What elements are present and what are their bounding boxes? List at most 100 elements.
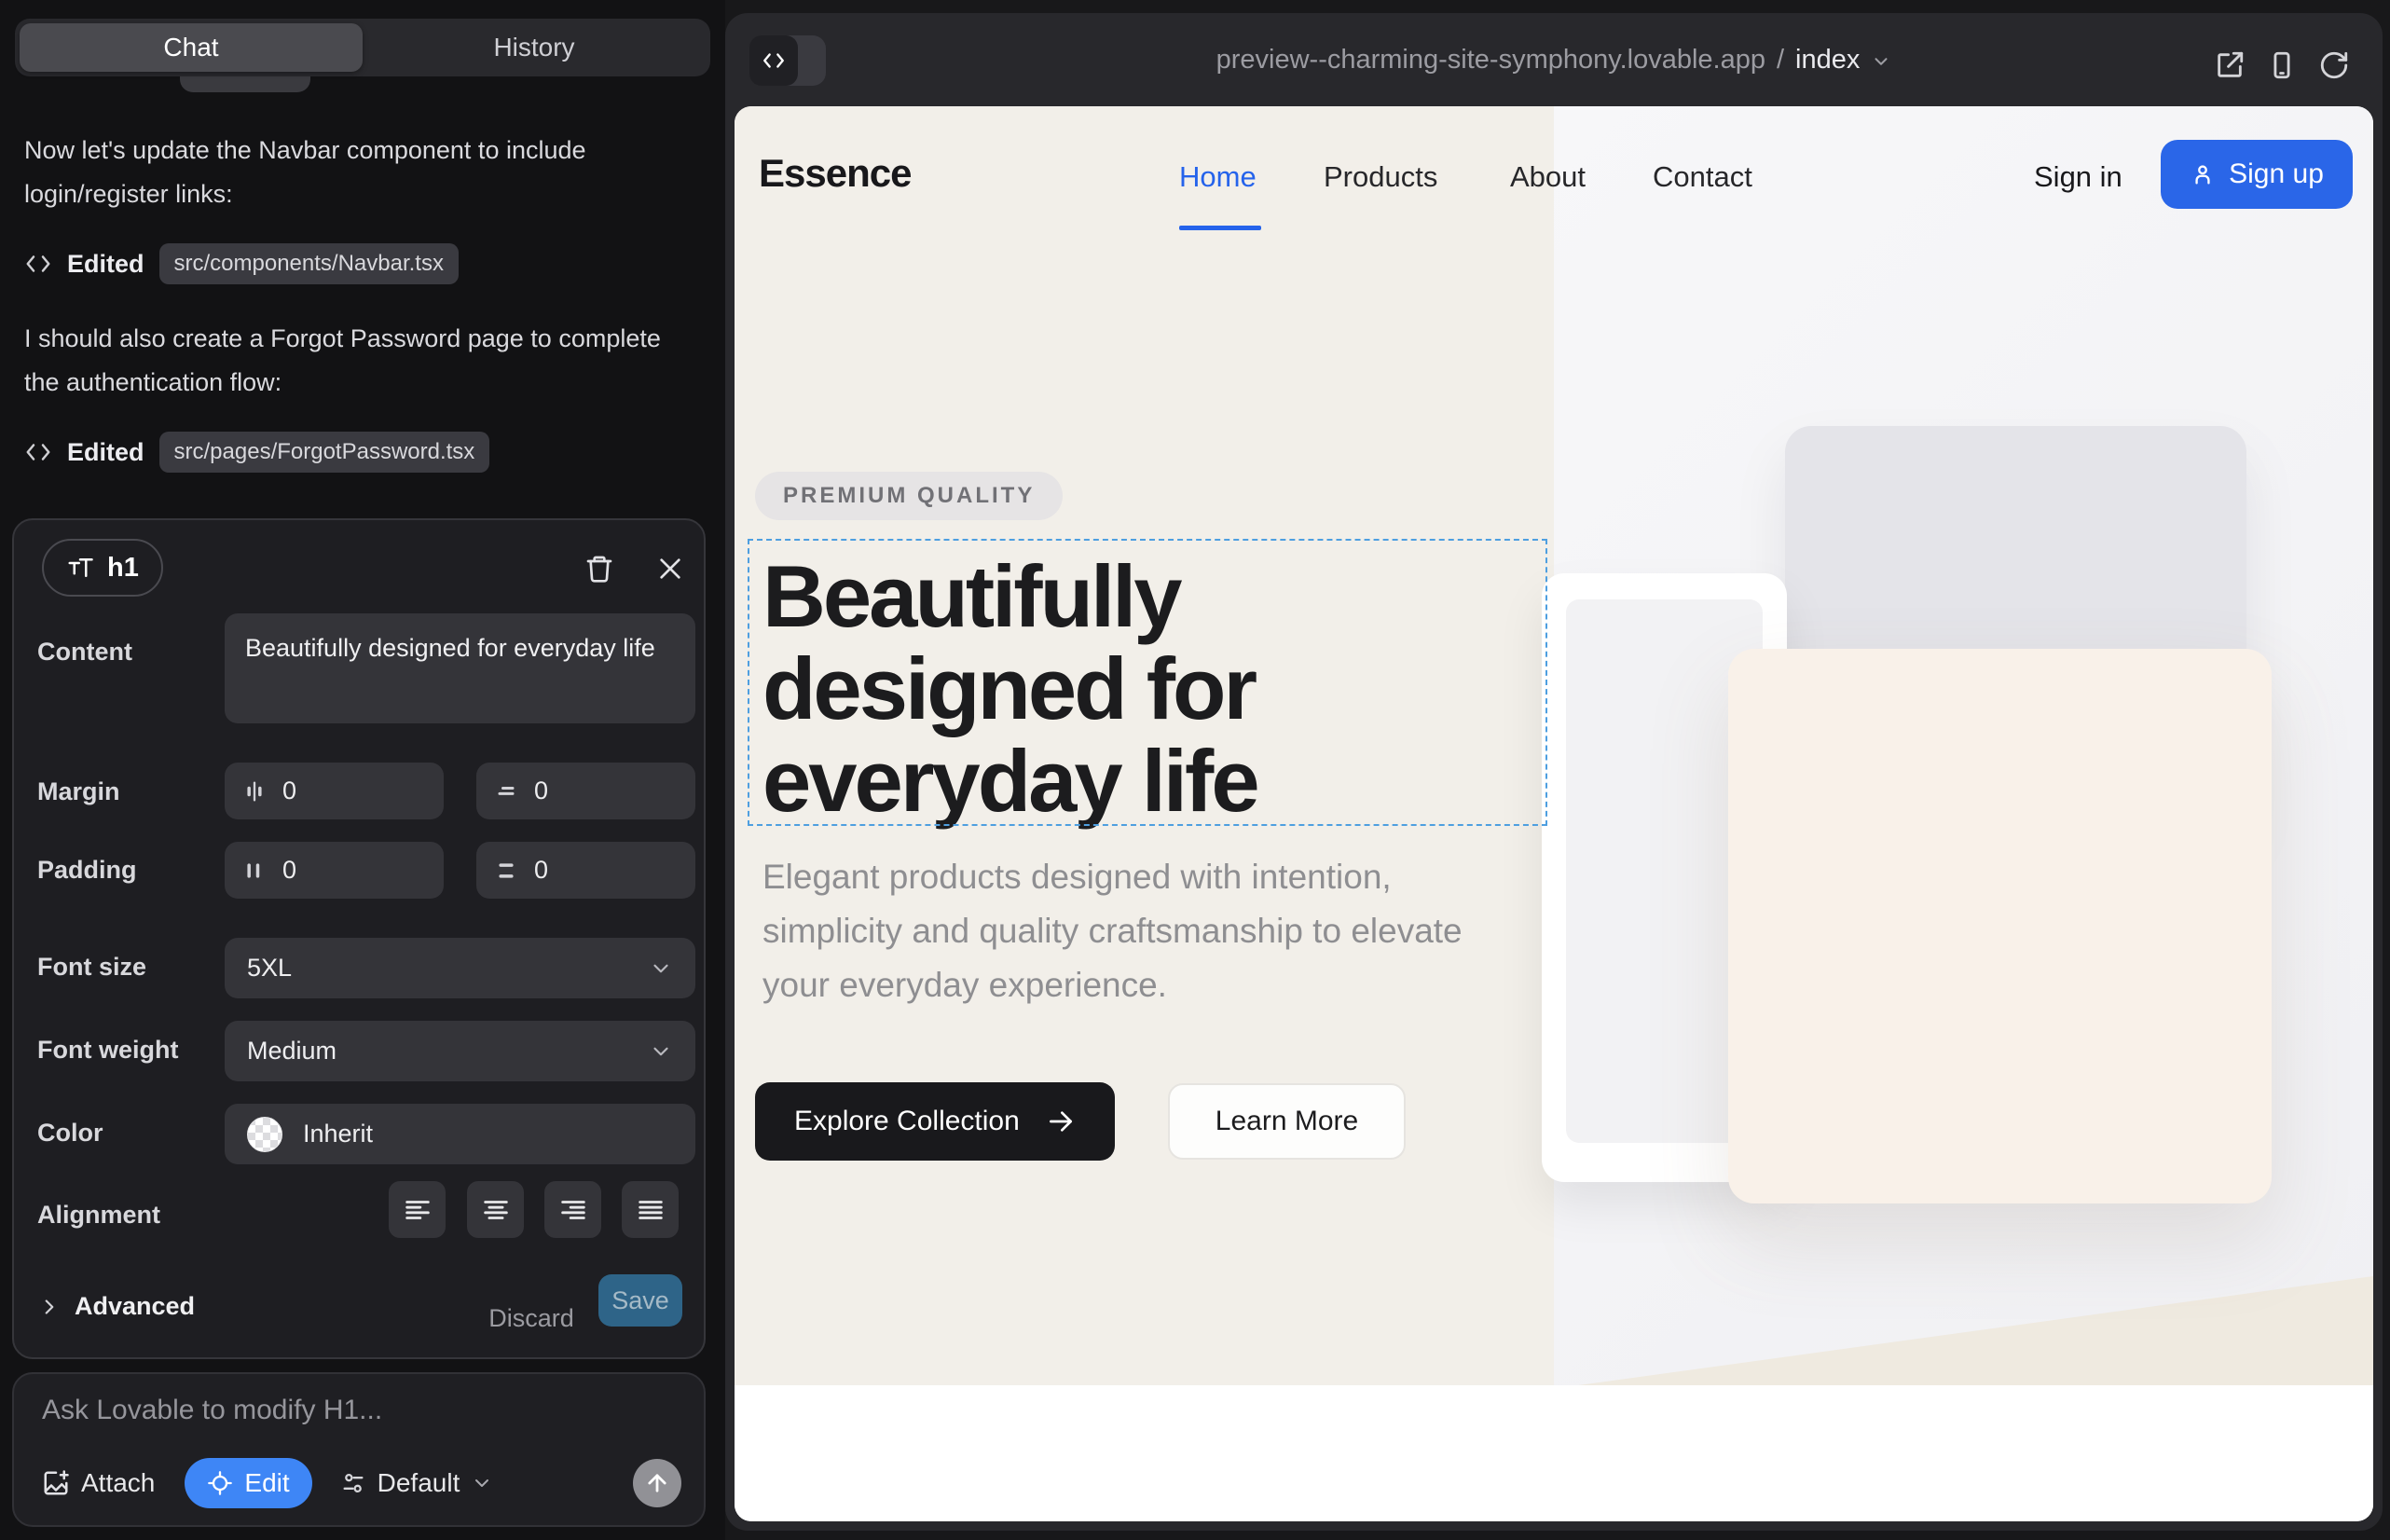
font-size-value: 5XL <box>247 954 292 983</box>
padding-vertical-icon <box>493 858 519 884</box>
margin-horizontal-icon <box>241 778 268 804</box>
tab-history[interactable]: History <box>363 23 706 72</box>
color-value: Inherit <box>303 1120 373 1148</box>
url-bar[interactable]: preview--charming-site-symphony.lovable.… <box>725 13 2383 106</box>
chevron-down-icon <box>649 1039 673 1064</box>
color-swatch <box>247 1117 282 1152</box>
tag-label: h1 <box>107 553 139 584</box>
sign-up-button[interactable]: Sign up <box>2161 140 2353 209</box>
font-size-select[interactable]: 5XL <box>225 938 695 998</box>
smartphone-icon <box>2266 49 2298 81</box>
user-icon <box>2190 161 2216 187</box>
selected-element-tag[interactable]: h1 <box>42 539 163 597</box>
section-below-hero <box>735 1385 2373 1521</box>
delete-element-button[interactable] <box>579 548 620 589</box>
edited-file-row: Edited src/pages/ForgotPassword.tsx <box>24 431 489 474</box>
padding-horizontal-icon <box>241 858 268 884</box>
file-chip[interactable]: src/components/Navbar.tsx <box>159 243 459 284</box>
padding-x-input[interactable] <box>282 856 394 885</box>
lovable-app-window: Chat History Now let's update the Navbar… <box>0 0 2390 1540</box>
align-justify-button[interactable] <box>622 1181 679 1238</box>
active-nav-underline <box>1179 226 1261 230</box>
close-icon <box>655 554 685 584</box>
chevron-right-icon <box>37 1295 62 1319</box>
margin-y-field <box>476 763 695 819</box>
sliders-icon <box>340 1470 366 1496</box>
color-label: Color <box>37 1119 103 1148</box>
sign-in-link[interactable]: Sign in <box>2034 160 2122 194</box>
explore-collection-button[interactable]: Explore Collection <box>755 1082 1115 1161</box>
open-external-button[interactable] <box>2209 45 2250 86</box>
send-button[interactable] <box>633 1459 681 1507</box>
padding-x-field <box>225 842 444 899</box>
margin-x-input[interactable] <box>282 777 394 805</box>
align-left-icon <box>402 1194 433 1226</box>
chevron-down-icon <box>649 956 673 981</box>
edited-file-row: Edited src/components/Navbar.tsx <box>24 242 459 285</box>
refresh-icon <box>2318 49 2350 81</box>
nav-link-about[interactable]: About <box>1510 160 1586 194</box>
align-right-button[interactable] <box>544 1181 601 1238</box>
edit-mode-button[interactable]: Edit <box>185 1458 311 1508</box>
file-chip[interactable]: src/pages/ForgotPassword.tsx <box>159 432 490 473</box>
mobile-view-button[interactable] <box>2261 45 2302 86</box>
align-right-icon <box>557 1194 589 1226</box>
explore-collection-label: Explore Collection <box>794 1106 1020 1137</box>
preview-browser-panel: preview--charming-site-symphony.lovable.… <box>725 13 2383 1531</box>
trash-icon <box>584 554 614 584</box>
align-center-button[interactable] <box>467 1181 524 1238</box>
refresh-button[interactable] <box>2314 45 2355 86</box>
chevron-down-icon <box>1871 51 1891 72</box>
learn-more-button[interactable]: Learn More <box>1168 1083 1406 1160</box>
sign-up-label: Sign up <box>2229 158 2324 190</box>
code-icon <box>24 250 52 278</box>
discard-button[interactable]: Discard <box>480 1292 583 1344</box>
composer-input[interactable] <box>42 1395 676 1447</box>
chat-sidebar: Chat History Now let's update the Navbar… <box>0 0 725 1540</box>
hero-description: Elegant products designed with intention… <box>762 850 1518 1012</box>
font-size-label: Font size <box>37 953 146 982</box>
arrow-up-icon <box>644 1470 670 1496</box>
content-label: Content <box>37 638 132 667</box>
align-left-button[interactable] <box>389 1181 446 1238</box>
alignment-label: Alignment <box>37 1201 160 1230</box>
hero-heading[interactable]: Beautifully designed for everyday life <box>762 550 1555 827</box>
code-icon <box>24 438 52 466</box>
site-viewport: Essence Home Products About Contact Sign… <box>735 106 2373 1521</box>
font-weight-select[interactable]: Medium <box>225 1021 695 1081</box>
chevron-down-icon <box>471 1472 493 1494</box>
arrow-right-icon <box>1046 1107 1076 1136</box>
type-icon <box>66 554 94 582</box>
edit-label: Edit <box>244 1468 289 1498</box>
align-justify-icon <box>635 1194 666 1226</box>
chat-composer: Attach Edit Default <box>12 1372 706 1527</box>
url-domain: preview--charming-site-symphony.lovable.… <box>1216 45 1765 76</box>
url-page: index <box>1795 45 1860 76</box>
site-logo[interactable]: Essence <box>759 151 911 196</box>
url-separator: / <box>1777 45 1784 76</box>
color-select[interactable]: Inherit <box>225 1104 695 1164</box>
nav-link-contact[interactable]: Contact <box>1653 160 1752 194</box>
align-center-icon <box>480 1194 512 1226</box>
advanced-toggle[interactable]: Advanced <box>37 1292 195 1321</box>
edited-label: Edited <box>67 438 144 467</box>
edited-label: Edited <box>67 250 144 279</box>
composer-toolbar: Attach Edit Default <box>42 1458 681 1508</box>
tab-chat[interactable]: Chat <box>20 23 363 72</box>
mode-label: Default <box>378 1468 460 1498</box>
content-input[interactable]: Beautifully designed for everyday life <box>225 613 695 723</box>
decorative-card-cream <box>1728 649 2272 1203</box>
nav-link-products[interactable]: Products <box>1324 160 1437 194</box>
sidebar-tabs: Chat History <box>15 19 710 76</box>
margin-x-field <box>225 763 444 819</box>
chat-message: I should also create a Forgot Password p… <box>24 317 699 405</box>
close-editor-button[interactable] <box>650 548 691 589</box>
save-button[interactable]: Save <box>598 1274 682 1327</box>
nav-link-home[interactable]: Home <box>1179 160 1257 194</box>
margin-label: Margin <box>37 777 120 806</box>
attach-button[interactable]: Attach <box>42 1468 155 1498</box>
padding-y-input[interactable] <box>534 856 646 885</box>
font-weight-value: Medium <box>247 1037 337 1066</box>
margin-y-input[interactable] <box>534 777 646 805</box>
mode-select[interactable]: Default <box>340 1468 494 1498</box>
